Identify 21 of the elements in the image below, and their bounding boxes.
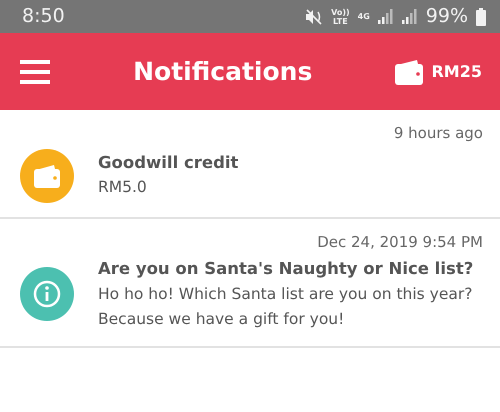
page-title: Notifications: [133, 56, 312, 88]
info-icon: [33, 280, 61, 308]
wallet-balance[interactable]: RM25: [431, 60, 482, 84]
mute-icon: [305, 8, 324, 24]
volte-label: Vo)): [331, 8, 350, 16]
wallet-icon[interactable]: [395, 58, 424, 84]
status-time: 8:50: [22, 4, 65, 30]
wallet-icon: [34, 164, 60, 188]
signal-icon: [378, 9, 394, 24]
battery-percent: 99%: [426, 4, 468, 30]
lte-label: LTE: [332, 16, 349, 26]
notification-time: Dec 24, 2019 9:54 PM: [316, 232, 483, 252]
network-label: 4G: [358, 12, 370, 21]
menu-icon[interactable]: [20, 60, 50, 84]
signal-icon: [402, 9, 418, 24]
notification-title: Are you on Santa's Naughty or Nice list?: [98, 258, 474, 280]
notification-text: Ho ho ho! Which Santa list are you on this year? Because we have a gift for you!: [98, 284, 474, 330]
notification-text: RM5.0: [98, 177, 148, 198]
notification-title: Goodwill credit: [98, 152, 238, 174]
notification-time: 9 hours ago: [392, 123, 483, 144]
battery-icon: [476, 8, 486, 26]
